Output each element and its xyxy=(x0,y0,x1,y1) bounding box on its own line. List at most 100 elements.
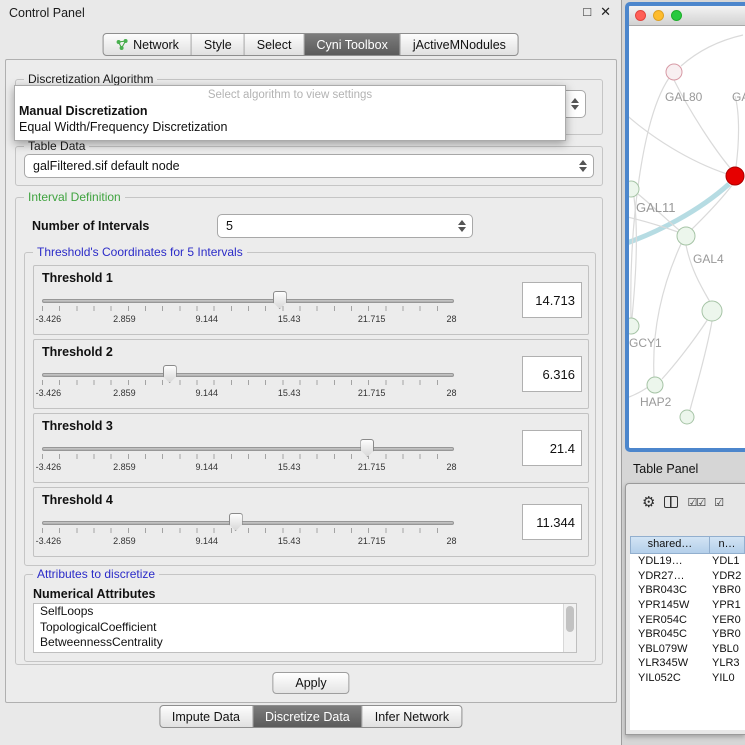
cell-name[interactable]: YBR0 xyxy=(710,628,745,640)
cell-name[interactable]: YPR1 xyxy=(710,599,745,611)
scale-label: 15.43 xyxy=(278,314,301,324)
table-row[interactable]: YBL079WYBL0 xyxy=(630,642,745,657)
cell-shared-name[interactable]: YPR145W xyxy=(630,599,710,611)
table-row[interactable]: YBR043CYBR0 xyxy=(630,583,745,598)
table-data-group-title: Table Data xyxy=(24,139,89,153)
close-icon[interactable]: ✕ xyxy=(600,4,611,20)
threshold-4-box: Threshold 4 -3.426 2.859 9.144 15.43 21.… xyxy=(33,487,589,557)
cell-shared-name[interactable]: YLR345W xyxy=(630,657,710,669)
list-item-selfloops[interactable]: SelfLoops xyxy=(34,604,576,620)
table-row[interactable]: YIL052CYIL0 xyxy=(630,671,745,686)
list-scrollbar[interactable] xyxy=(563,604,576,652)
threshold-3-value-field[interactable] xyxy=(522,430,582,466)
cell-shared-name[interactable]: YBR043C xyxy=(630,584,710,596)
select-all-columns-icon[interactable]: ☑☑ xyxy=(687,496,705,509)
scale-label: -3.426 xyxy=(36,536,62,546)
table-row[interactable]: YDR27…YDR2 xyxy=(630,569,745,584)
table-data-combobox[interactable]: galFiltered.sif default node xyxy=(24,154,594,178)
threshold-1-value-field[interactable] xyxy=(522,282,582,318)
scale-label: -3.426 xyxy=(36,314,62,324)
scale-label: 15.43 xyxy=(278,462,301,472)
threshold-1-slider[interactable]: -3.426 2.859 9.144 15.43 21.715 28 xyxy=(42,290,454,330)
dropdown-option-equal-width-frequency[interactable]: Equal Width/Frequency Discretization xyxy=(15,119,565,135)
table-row[interactable]: YER054CYER0 xyxy=(630,612,745,627)
tab-discretize-data-label: Discretize Data xyxy=(265,710,350,724)
network-node[interactable] xyxy=(680,410,694,424)
cell-name[interactable]: YLR3 xyxy=(710,657,745,669)
number-of-intervals-combobox[interactable]: 5 xyxy=(217,214,473,238)
list-item-topologicalcoefficient[interactable]: TopologicalCoefficient xyxy=(34,620,576,636)
node-label-gal80: GAL80 xyxy=(665,90,703,104)
combo-stepper-icon[interactable] xyxy=(458,220,466,232)
slider-track[interactable] xyxy=(42,447,454,451)
cell-shared-name[interactable]: YBL079W xyxy=(630,643,710,655)
slider-track[interactable] xyxy=(42,373,454,377)
scale-label: 21.715 xyxy=(358,462,386,472)
minimize-traffic-light[interactable] xyxy=(653,10,664,21)
table-data-group: Table Data galFiltered.sif default node xyxy=(15,146,603,186)
cell-name[interactable]: YBR0 xyxy=(710,584,745,596)
network-node[interactable] xyxy=(666,64,682,80)
threshold-2-value-field[interactable] xyxy=(522,356,582,392)
slider-track[interactable] xyxy=(42,521,454,525)
column-header-name[interactable]: n… xyxy=(710,536,745,554)
tab-impute-data[interactable]: Impute Data xyxy=(160,706,253,727)
cell-shared-name[interactable]: YDR27… xyxy=(630,570,710,582)
tab-cyni-toolbox[interactable]: Cyni Toolbox xyxy=(304,34,400,55)
tab-style[interactable]: Style xyxy=(192,34,245,55)
cell-name[interactable]: YDL1 xyxy=(710,555,745,567)
table-row[interactable]: YPR145WYPR1 xyxy=(630,598,745,613)
combo-stepper-icon[interactable] xyxy=(579,160,587,172)
network-node-selected[interactable] xyxy=(726,167,744,185)
network-canvas[interactable]: GAL80 GA GAL11 GAL4 GCY1 HAP2 xyxy=(629,26,745,447)
scale-label: 2.859 xyxy=(113,314,136,324)
scale-label: -3.426 xyxy=(36,388,62,398)
attributes-group-title: Attributes to discretize xyxy=(33,567,159,581)
settings-gear-icon[interactable]: ⚙ xyxy=(642,495,655,510)
table-panel-header-bar: Table Panel xyxy=(623,455,745,483)
table-row[interactable]: YLR345WYLR3 xyxy=(630,656,745,671)
columns-icon[interactable] xyxy=(664,496,678,508)
network-node[interactable] xyxy=(629,318,639,334)
cell-name[interactable]: YDR2 xyxy=(710,570,745,582)
cell-shared-name[interactable]: YDL19… xyxy=(630,555,710,567)
table-panel-title: Table Panel xyxy=(633,462,698,476)
tab-jactivemodules[interactable]: jActiveMNodules xyxy=(401,34,518,55)
cell-shared-name[interactable]: YBR045C xyxy=(630,628,710,640)
list-item-betweennesscentrality[interactable]: BetweennessCentrality xyxy=(34,635,576,651)
threshold-2-slider[interactable]: -3.426 2.859 9.144 15.43 21.715 28 xyxy=(42,364,454,404)
threshold-4-slider[interactable]: -3.426 2.859 9.144 15.43 21.715 28 xyxy=(42,512,454,552)
scrollbar-thumb[interactable] xyxy=(566,606,574,632)
threshold-4-value-field[interactable] xyxy=(522,504,582,540)
dropdown-option-manual-discretization[interactable]: Manual Discretization xyxy=(15,103,565,119)
column-header-shared-name[interactable]: shared… xyxy=(630,536,710,554)
scale-label: 9.144 xyxy=(196,314,219,324)
float-window-icon[interactable]: □ xyxy=(583,4,591,20)
close-traffic-light[interactable] xyxy=(635,10,646,21)
tab-select[interactable]: Select xyxy=(245,34,305,55)
network-node[interactable] xyxy=(647,377,663,393)
apply-button[interactable]: Apply xyxy=(272,672,349,694)
cell-shared-name[interactable]: YER054C xyxy=(630,614,710,626)
tab-discretize-data[interactable]: Discretize Data xyxy=(253,706,363,727)
select-column-icon[interactable]: ☑ xyxy=(714,496,723,509)
network-node[interactable] xyxy=(702,301,722,321)
cell-shared-name[interactable]: YIL052C xyxy=(630,672,710,684)
table-row[interactable]: YDL19…YDL1 xyxy=(630,554,745,569)
table-row[interactable]: YBR045CYBR0 xyxy=(630,627,745,642)
tab-infer-network[interactable]: Infer Network xyxy=(363,706,461,727)
cell-name[interactable]: YER0 xyxy=(710,614,745,626)
zoom-traffic-light[interactable] xyxy=(671,10,682,21)
cell-name[interactable]: YIL0 xyxy=(710,672,745,684)
scale-label: 28 xyxy=(446,536,456,546)
tab-network[interactable]: Network xyxy=(103,34,192,55)
threshold-3-slider[interactable]: -3.426 2.859 9.144 15.43 21.715 28 xyxy=(42,438,454,478)
scale-label: 28 xyxy=(446,388,456,398)
scale-label: 9.144 xyxy=(196,462,219,472)
cell-name[interactable]: YBL0 xyxy=(710,643,745,655)
network-node[interactable] xyxy=(677,227,695,245)
combo-stepper-icon[interactable] xyxy=(571,98,579,110)
control-panel-tabstrip: Network Style Select Cyni Toolbox jActiv… xyxy=(102,33,519,56)
slider-track[interactable] xyxy=(42,299,454,303)
network-window-titlebar[interactable] xyxy=(629,6,745,26)
